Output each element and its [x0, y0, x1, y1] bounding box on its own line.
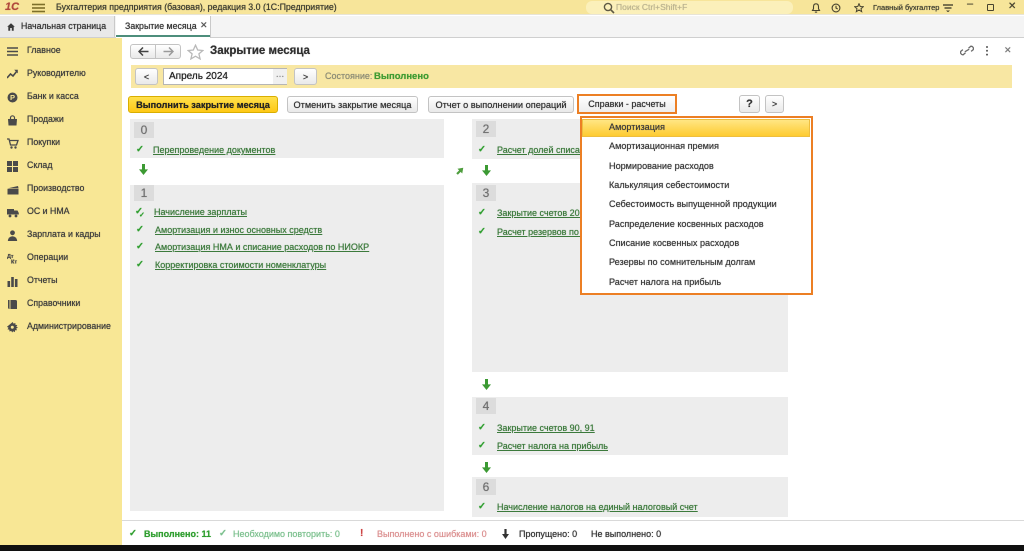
svg-text:Кт: Кт — [11, 259, 17, 264]
svg-text:Р: Р — [10, 93, 15, 102]
